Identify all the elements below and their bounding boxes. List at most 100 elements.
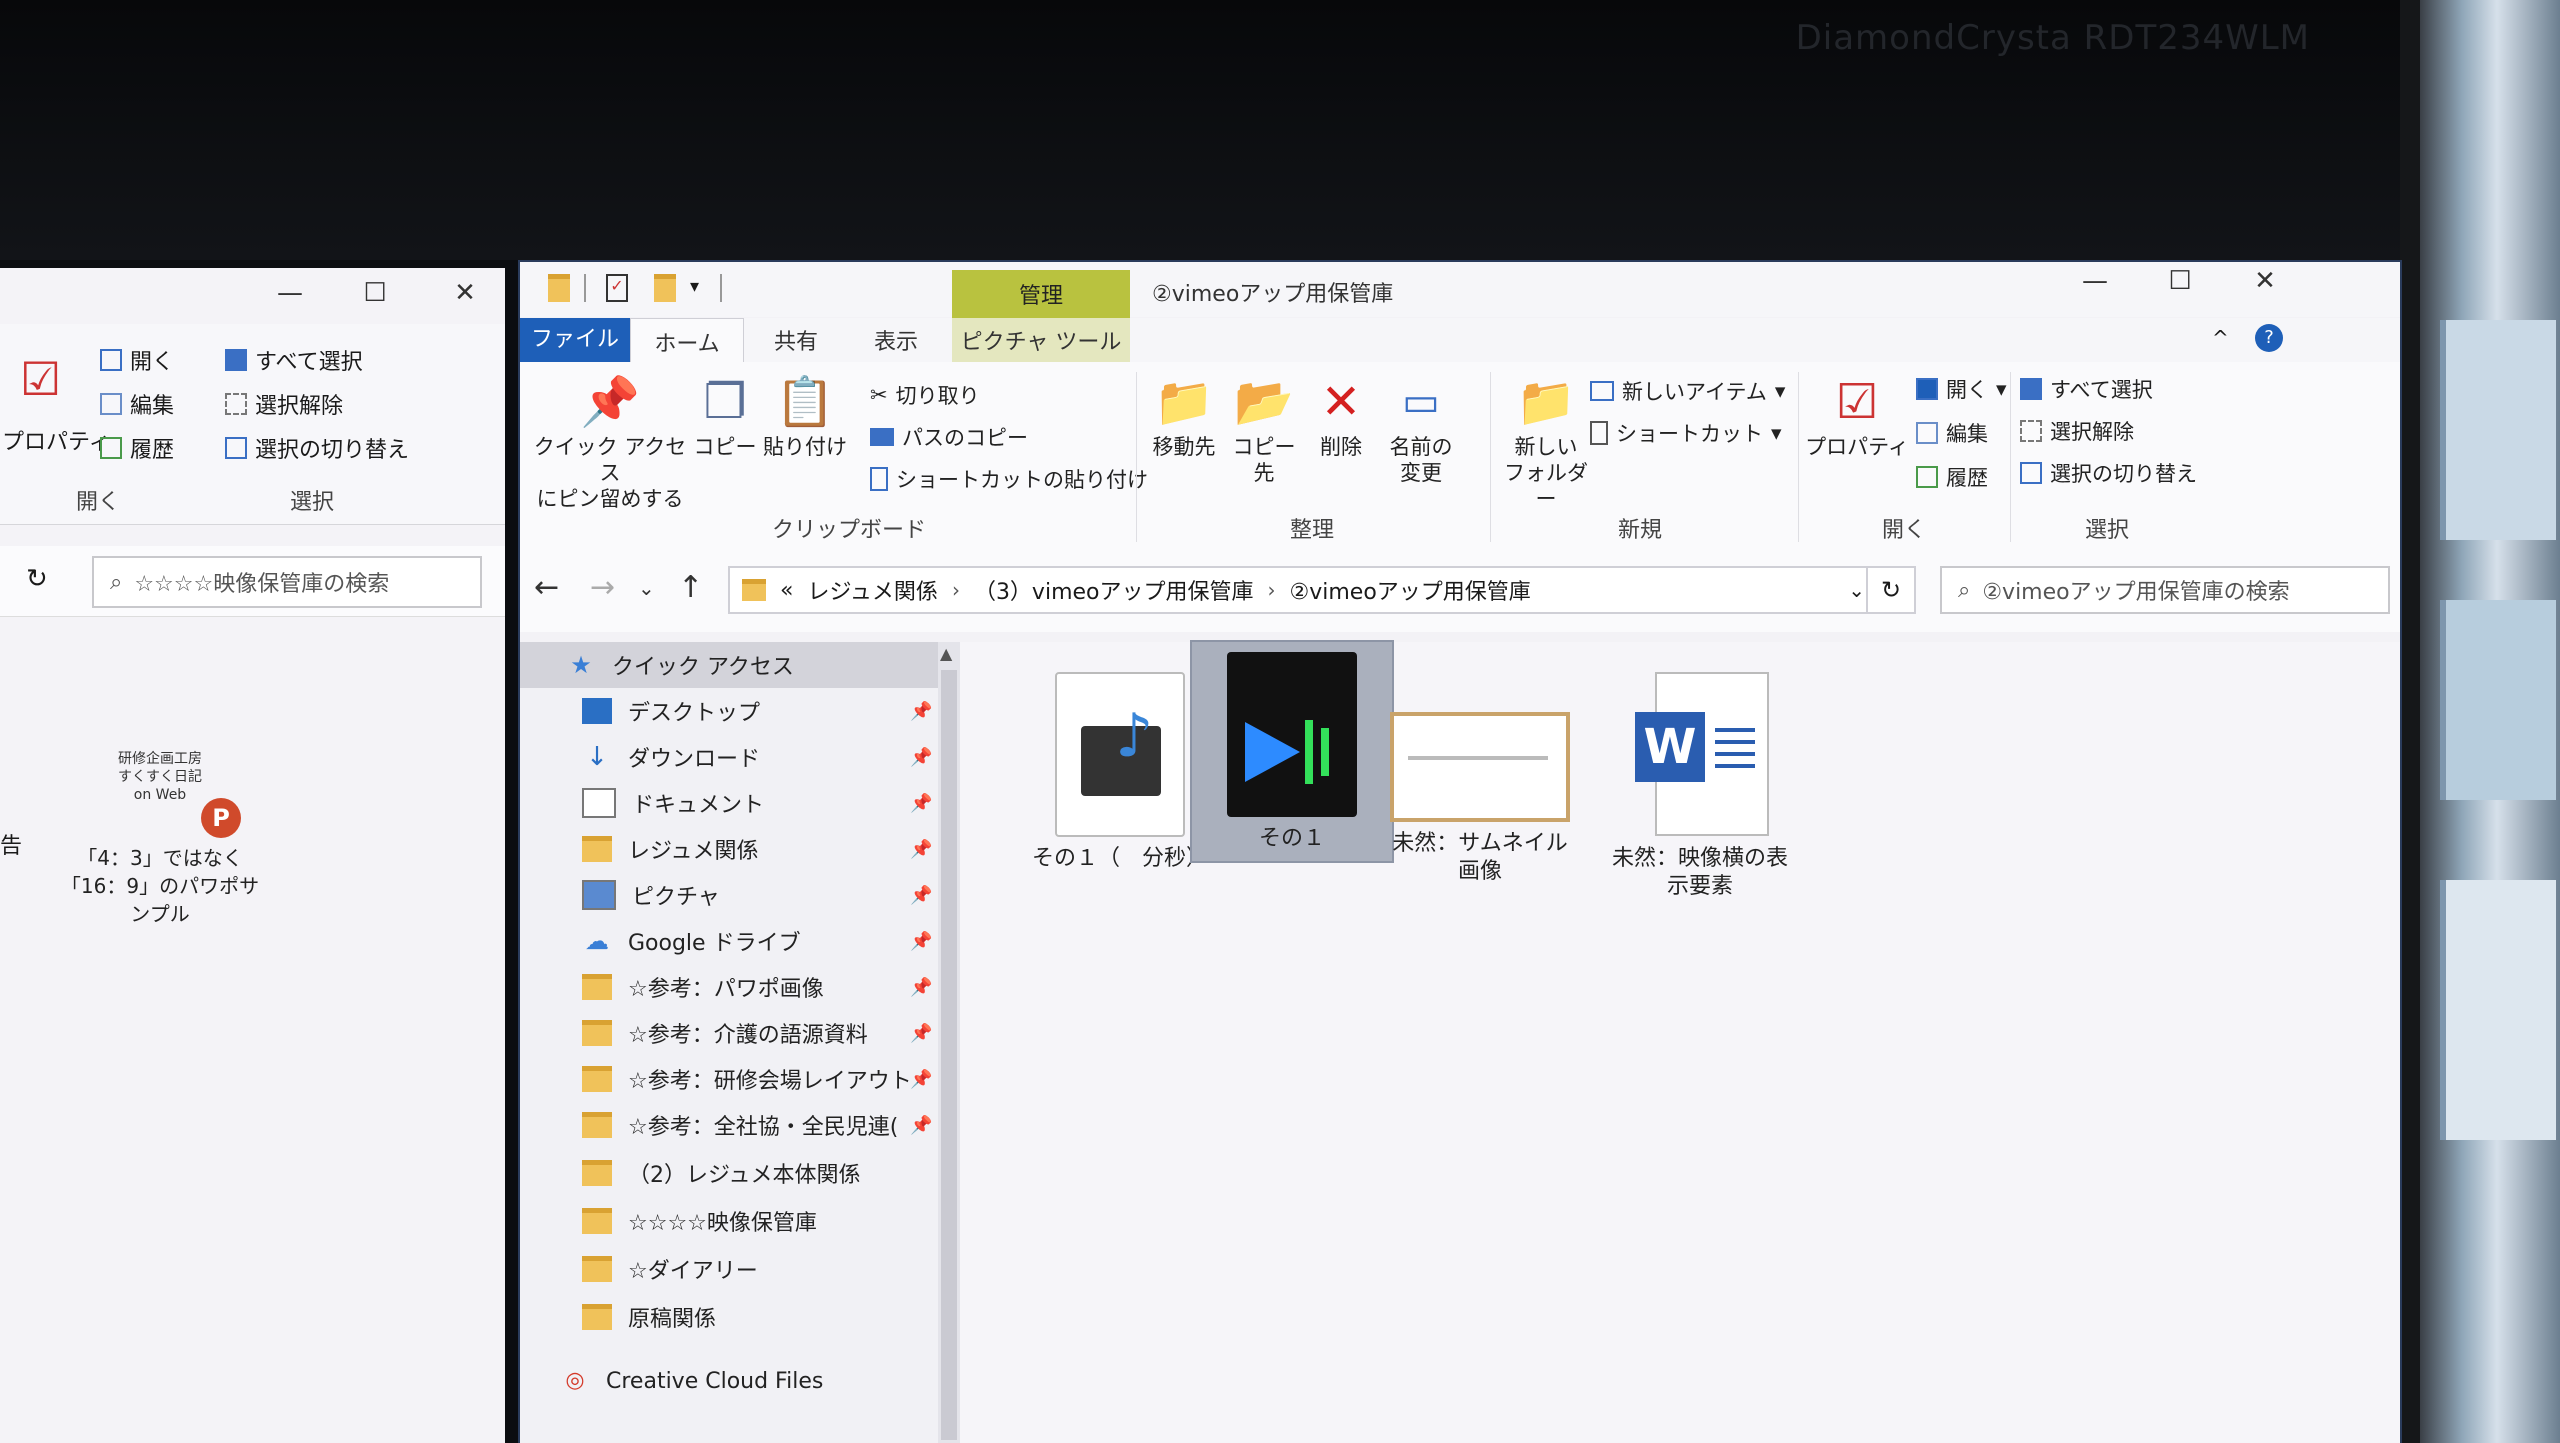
- nav-item[interactable]: ☁ Google ドライブ 📌: [520, 918, 940, 964]
- history-button[interactable]: 履歴: [1916, 462, 1988, 492]
- nav-item[interactable]: ☆参考：介護の語源資料 📌: [520, 1010, 940, 1056]
- nav-item[interactable]: ★ クイック アクセス: [520, 642, 940, 688]
- pin-icon[interactable]: 📌: [910, 885, 932, 906]
- breadcrumb-item[interactable]: （3）vimeoアップ用保管庫: [974, 574, 1254, 606]
- nav-item[interactable]: ↓ ダウンロード 📌: [520, 734, 940, 780]
- file-item[interactable]: W 未然：映像横の表示要素: [1600, 662, 1800, 909]
- new-folder-qat-icon[interactable]: [654, 274, 676, 302]
- invert-selection-icon: [225, 437, 247, 459]
- tab-picture-tools[interactable]: ピクチャ ツール: [952, 318, 1130, 362]
- rename-button[interactable]: ▭ 名前の 変更: [1376, 370, 1466, 486]
- help-icon[interactable]: ?: [2255, 324, 2283, 352]
- file-item[interactable]: ♪ その１（ 分秒）: [1020, 662, 1220, 881]
- file-item-selected[interactable]: その１: [1190, 640, 1394, 863]
- deselect-button[interactable]: 選択解除: [225, 388, 343, 420]
- scrollbar[interactable]: ▲: [938, 642, 960, 1443]
- copy-button[interactable]: ❐ コピー: [690, 370, 760, 460]
- new-folder-icon: 📁: [1516, 374, 1576, 430]
- select-all-button[interactable]: すべて選択: [225, 344, 363, 376]
- cut-button[interactable]: ✂ 切り取り: [870, 380, 980, 410]
- forward-button[interactable]: →: [590, 570, 615, 605]
- paste-shortcut-button[interactable]: ショートカットの貼り付け: [870, 464, 1148, 494]
- minimize-button[interactable]: —: [260, 278, 320, 308]
- properties-qat-icon[interactable]: ✓: [606, 274, 628, 302]
- pictures-icon: [582, 880, 616, 910]
- back-button[interactable]: ←: [534, 570, 559, 605]
- delete-button[interactable]: ✕ 削除: [1306, 370, 1376, 460]
- pin-icon[interactable]: 📌: [910, 1069, 932, 1090]
- tab-home[interactable]: ホーム: [630, 318, 744, 364]
- select-all-button[interactable]: すべて選択: [2020, 374, 2153, 404]
- nav-item[interactable]: ☆参考：研修会場レイアウト 📌: [520, 1056, 940, 1102]
- open-button[interactable]: 開く ▾: [1916, 374, 2007, 404]
- pin-icon[interactable]: 📌: [910, 1115, 932, 1136]
- nav-item[interactable]: ☆☆☆☆映像保管庫: [520, 1198, 940, 1244]
- pin-icon[interactable]: 📌: [910, 977, 932, 998]
- nav-item[interactable]: ☆ダイアリー: [520, 1246, 940, 1292]
- minimize-button[interactable]: —: [2065, 266, 2125, 296]
- maximize-button[interactable]: ☐: [345, 278, 405, 308]
- pin-icon[interactable]: 📌: [910, 839, 932, 860]
- context-tab-manage[interactable]: 管理: [952, 270, 1130, 318]
- open-button[interactable]: 開く: [100, 344, 174, 376]
- tab-file[interactable]: ファイル: [520, 318, 630, 362]
- pptx-file-item[interactable]: 研修企画工房 すくすく日記 on Web P 「4：3」ではなく「16：9」のパ…: [60, 750, 260, 928]
- nav-item[interactable]: ☆参考：全社協・全民児連(📌: [520, 1102, 940, 1148]
- pin-icon[interactable]: 📌: [910, 793, 932, 814]
- properties-button[interactable]: プロパティ: [2, 424, 111, 456]
- copy-path-button[interactable]: パスのコピー: [870, 422, 1028, 452]
- ribbon-collapse-icon[interactable]: ^: [2212, 326, 2229, 350]
- breadcrumb[interactable]: « レジュメ関係 › （3）vimeoアップ用保管庫 › ②vimeoアップ用保…: [728, 566, 1868, 614]
- nav-item[interactable]: ☆参考：パワポ画像 📌: [520, 964, 940, 1010]
- pin-icon[interactable]: 📌: [910, 747, 932, 768]
- nav-item[interactable]: レジュメ関係 📌: [520, 826, 940, 872]
- edit-button[interactable]: 編集: [100, 388, 174, 420]
- file-item[interactable]: 未然：サムネイル画像: [1380, 682, 1580, 894]
- pin-icon[interactable]: 📌: [910, 701, 932, 722]
- move-to-button[interactable]: 📁 移動先: [1144, 370, 1224, 460]
- qat-dropdown-icon[interactable]: ▾: [690, 276, 699, 297]
- properties-button[interactable]: ☑ プロパティ: [1802, 370, 1912, 460]
- nav-item[interactable]: ドキュメント 📌: [520, 780, 940, 826]
- nav-item[interactable]: ピクチャ 📌: [520, 872, 940, 918]
- breadcrumb-overflow[interactable]: «: [780, 578, 793, 603]
- nav-item[interactable]: ◎ Creative Cloud Files: [520, 1358, 940, 1404]
- pin-quick-access-button[interactable]: 📌 クイック アクセス にピン留めする: [530, 370, 690, 512]
- deselect-button[interactable]: 選択解除: [2020, 416, 2134, 446]
- nav-item[interactable]: 原稿関係: [520, 1294, 940, 1340]
- breadcrumb-item[interactable]: ②vimeoアップ用保管庫: [1290, 574, 1531, 606]
- group-label-open: 開く: [1882, 518, 1927, 543]
- pin-icon[interactable]: 📌: [910, 931, 932, 952]
- invert-selection-button[interactable]: 選択の切り替え: [225, 432, 409, 464]
- new-folder-button[interactable]: 📁 新しい フォルダー: [1496, 370, 1596, 512]
- breadcrumb-item[interactable]: レジュメ関係: [807, 574, 937, 606]
- copy-to-button[interactable]: 📂 コピー先: [1224, 370, 1304, 486]
- refresh-icon[interactable]: ↻: [26, 564, 48, 594]
- maximize-button[interactable]: ☐: [2150, 266, 2210, 296]
- recent-locations-icon[interactable]: ⌄: [638, 576, 655, 600]
- tab-share[interactable]: 共有: [746, 318, 846, 362]
- close-button[interactable]: ✕: [2235, 266, 2295, 296]
- chevron-down-icon[interactable]: ⌄: [1848, 578, 1865, 602]
- search-input[interactable]: ⌕ ②vimeoアップ用保管庫の検索: [1940, 566, 2390, 614]
- chevron-right-icon[interactable]: ›: [1268, 578, 1276, 602]
- up-button[interactable]: ↑: [678, 570, 703, 605]
- edit-button[interactable]: 編集: [1916, 418, 1988, 448]
- pin-icon[interactable]: 📌: [910, 1023, 932, 1044]
- nav-item[interactable]: デスクトップ 📌: [520, 688, 940, 734]
- paste-button[interactable]: 📋 貼り付け: [760, 370, 850, 460]
- scrollbar-thumb[interactable]: [941, 670, 957, 1440]
- shortcut-button[interactable]: ショートカット ▾: [1590, 418, 1782, 448]
- chevron-right-icon[interactable]: ›: [952, 578, 960, 602]
- deselect-icon: [225, 393, 247, 415]
- tab-view[interactable]: 表示: [846, 318, 946, 362]
- new-item-button[interactable]: 新しいアイテム ▾: [1590, 376, 1785, 406]
- close-button[interactable]: ✕: [435, 278, 495, 308]
- nav-item-label: ☆参考：介護の語源資料: [628, 1023, 868, 1048]
- scroll-up-icon[interactable]: ▲: [940, 644, 952, 663]
- refresh-button[interactable]: ↻: [1868, 566, 1916, 614]
- history-button[interactable]: 履歴: [100, 432, 174, 464]
- invert-selection-button[interactable]: 選択の切り替え: [2020, 458, 2197, 488]
- nav-item[interactable]: （2）レジュメ本体関係: [520, 1150, 940, 1196]
- search-input[interactable]: ⌕ ☆☆☆☆映像保管庫の検索: [92, 556, 482, 608]
